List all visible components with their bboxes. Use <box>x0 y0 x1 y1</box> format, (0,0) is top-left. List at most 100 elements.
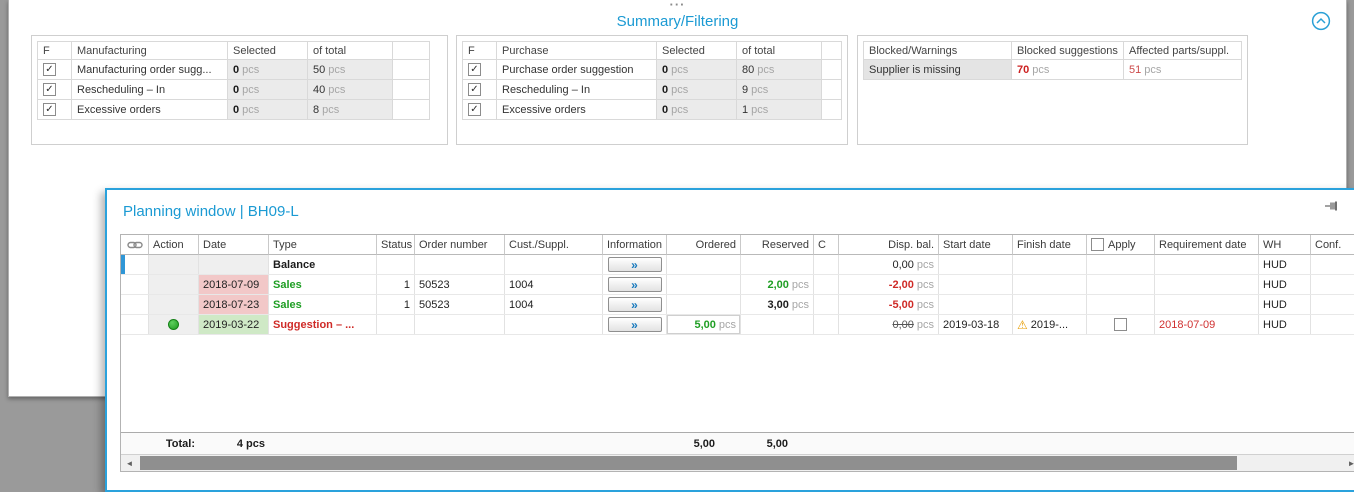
col-header-status[interactable]: Status <box>377 235 415 255</box>
table-row[interactable]: ✓ Manufacturing order sugg... 0pcs 50pcs <box>38 60 430 80</box>
row-selector[interactable] <box>121 315 149 334</box>
col-header-ordered[interactable]: Ordered <box>667 235 741 255</box>
type-cell: Sales <box>269 295 377 314</box>
scrollbar-thumb[interactable] <box>140 456 1237 470</box>
horizontal-scrollbar[interactable]: ◄ ► <box>121 454 1354 471</box>
col-header-reserved[interactable]: Reserved <box>741 235 814 255</box>
scroll-right-button[interactable]: ► <box>1343 455 1354 471</box>
information-button[interactable]: » <box>608 277 662 292</box>
scroll-left-button[interactable]: ◄ <box>121 455 138 471</box>
unit-label: pcs <box>1032 64 1049 76</box>
of-total-value: 50 <box>313 64 325 76</box>
col-header-cust-suppl[interactable]: Cust./Suppl. <box>505 235 603 255</box>
table-row[interactable]: ✓ Rescheduling – In 0pcs 9pcs <box>463 80 842 100</box>
information-cell: » <box>603 255 667 274</box>
col-header-apply[interactable]: Apply <box>1087 235 1155 255</box>
c-cell <box>814 275 839 294</box>
link-icon <box>127 240 143 250</box>
col-header-of-total: of total <box>308 42 393 60</box>
pin-icon[interactable] <box>1323 199 1339 218</box>
table-row[interactable]: ✓ Excessive orders 0pcs 1pcs <box>463 100 842 120</box>
ordered-cell[interactable]: 5,00pcs <box>667 315 741 334</box>
unit-label: pcs <box>792 299 809 311</box>
filter-label: Purchase order suggestion <box>497 60 657 80</box>
filter-checkbox[interactable]: ✓ <box>468 103 481 116</box>
col-header-date[interactable]: Date <box>199 235 269 255</box>
finish-date-cell <box>1013 295 1087 314</box>
filter-checkbox[interactable]: ✓ <box>43 103 56 116</box>
reserved-cell: 3,00pcs <box>741 295 814 314</box>
filter-checkbox[interactable]: ✓ <box>468 83 481 96</box>
table-row[interactable]: Supplier is missing 70pcs 51pcs <box>864 60 1242 80</box>
date-cell: 2018-07-09 <box>199 275 269 294</box>
filter-checkbox[interactable]: ✓ <box>43 83 56 96</box>
unit-label: pcs <box>328 64 345 76</box>
col-header-purchase: Purchase <box>497 42 657 60</box>
of-total-value: 9 <box>742 84 748 96</box>
affected-value: 51 <box>1129 64 1141 76</box>
table-row-sales-1[interactable]: 2018-07-09 Sales 1 50523 1004 » 2,00pcs … <box>121 275 1354 295</box>
total-ordered: 5,00 <box>694 438 715 450</box>
double-arrow-icon: » <box>631 259 638 271</box>
filter-label: Excessive orders <box>72 100 228 120</box>
requirement-date-cell: 2018-07-09 <box>1155 315 1259 334</box>
selected-row-indicator <box>121 255 125 274</box>
table-row-suggestion[interactable]: 2019-03-22 Suggestion – ... » 5,00pcs 0,… <box>121 315 1354 335</box>
information-button[interactable]: » <box>608 297 662 312</box>
col-header-disp-bal[interactable]: Disp. bal. <box>839 235 939 255</box>
col-header-requirement-date[interactable]: Requirement date <box>1155 235 1259 255</box>
apply-checkbox[interactable] <box>1114 318 1127 331</box>
col-header-information[interactable]: Information <box>603 235 667 255</box>
information-button[interactable]: » <box>608 317 662 332</box>
collapse-panel-button[interactable] <box>1311 11 1331 31</box>
manufacturing-table: F Manufacturing Selected of total ✓ Manu… <box>37 41 430 120</box>
row-selector[interactable] <box>121 295 149 314</box>
finish-date-cell <box>1013 255 1087 274</box>
col-header-conf[interactable]: Conf. <box>1311 235 1354 255</box>
manufacturing-groupbox: F Manufacturing Selected of total ✓ Manu… <box>31 35 448 145</box>
type-cell: Suggestion – ... <box>269 315 377 334</box>
splitter-grip-icon[interactable]: ··· <box>670 0 686 12</box>
col-header-action[interactable]: Action <box>149 235 199 255</box>
col-header-manufacturing: Manufacturing <box>72 42 228 60</box>
filter-label: Rescheduling – In <box>72 80 228 100</box>
conf-cell <box>1311 295 1354 314</box>
type-cell: Sales <box>269 275 377 294</box>
table-row-sales-2[interactable]: 2018-07-23 Sales 1 50523 1004 » 3,00pcs … <box>121 295 1354 315</box>
table-row[interactable]: ✓ Purchase order suggestion 0pcs 80pcs <box>463 60 842 80</box>
information-button[interactable]: » <box>608 257 662 272</box>
of-total-value: 1 <box>742 104 748 116</box>
col-header-start-date[interactable]: Start date <box>939 235 1013 255</box>
table-row[interactable]: ✓ Rescheduling – In 0pcs 40pcs <box>38 80 430 100</box>
col-header-finish-date[interactable]: Finish date <box>1013 235 1087 255</box>
unit-label: pcs <box>242 84 259 96</box>
filter-checkbox[interactable]: ✓ <box>43 63 56 76</box>
apply-all-checkbox[interactable] <box>1091 238 1104 251</box>
conf-cell <box>1311 275 1354 294</box>
unit-label: pcs <box>792 279 809 291</box>
ordered-cell <box>667 255 741 274</box>
ordered-cell <box>667 295 741 314</box>
row-selector[interactable] <box>121 255 149 274</box>
selected-value: 0 <box>233 84 239 96</box>
col-header-selected: Selected <box>228 42 308 60</box>
row-selector[interactable] <box>121 275 149 294</box>
scrollbar-track[interactable] <box>138 455 1343 471</box>
unit-label: pcs <box>757 64 774 76</box>
filter-checkbox[interactable]: ✓ <box>468 63 481 76</box>
check-icon: ✓ <box>45 65 53 75</box>
totals-row: Total: 4 pcs 5,00 5,00 <box>121 432 1354 454</box>
col-header-wh[interactable]: WH <box>1259 235 1311 255</box>
grid-empty-area <box>121 335 1354 432</box>
col-header-type[interactable]: Type <box>269 235 377 255</box>
col-header-c[interactable]: C <box>814 235 839 255</box>
wh-cell: HUD <box>1259 255 1311 274</box>
table-row-balance[interactable]: Balance » 0,00pcs HUD <box>121 255 1354 275</box>
reserved-cell <box>741 315 814 334</box>
purchase-table: F Purchase Selected of total ✓ Purchase … <box>462 41 842 120</box>
table-row[interactable]: ✓ Excessive orders 0pcs 8pcs <box>38 100 430 120</box>
reserved-cell: 2,00pcs <box>741 275 814 294</box>
disp-bal-cell: -5,00pcs <box>839 295 939 314</box>
requirement-date-cell <box>1155 295 1259 314</box>
col-header-order-number[interactable]: Order number <box>415 235 505 255</box>
